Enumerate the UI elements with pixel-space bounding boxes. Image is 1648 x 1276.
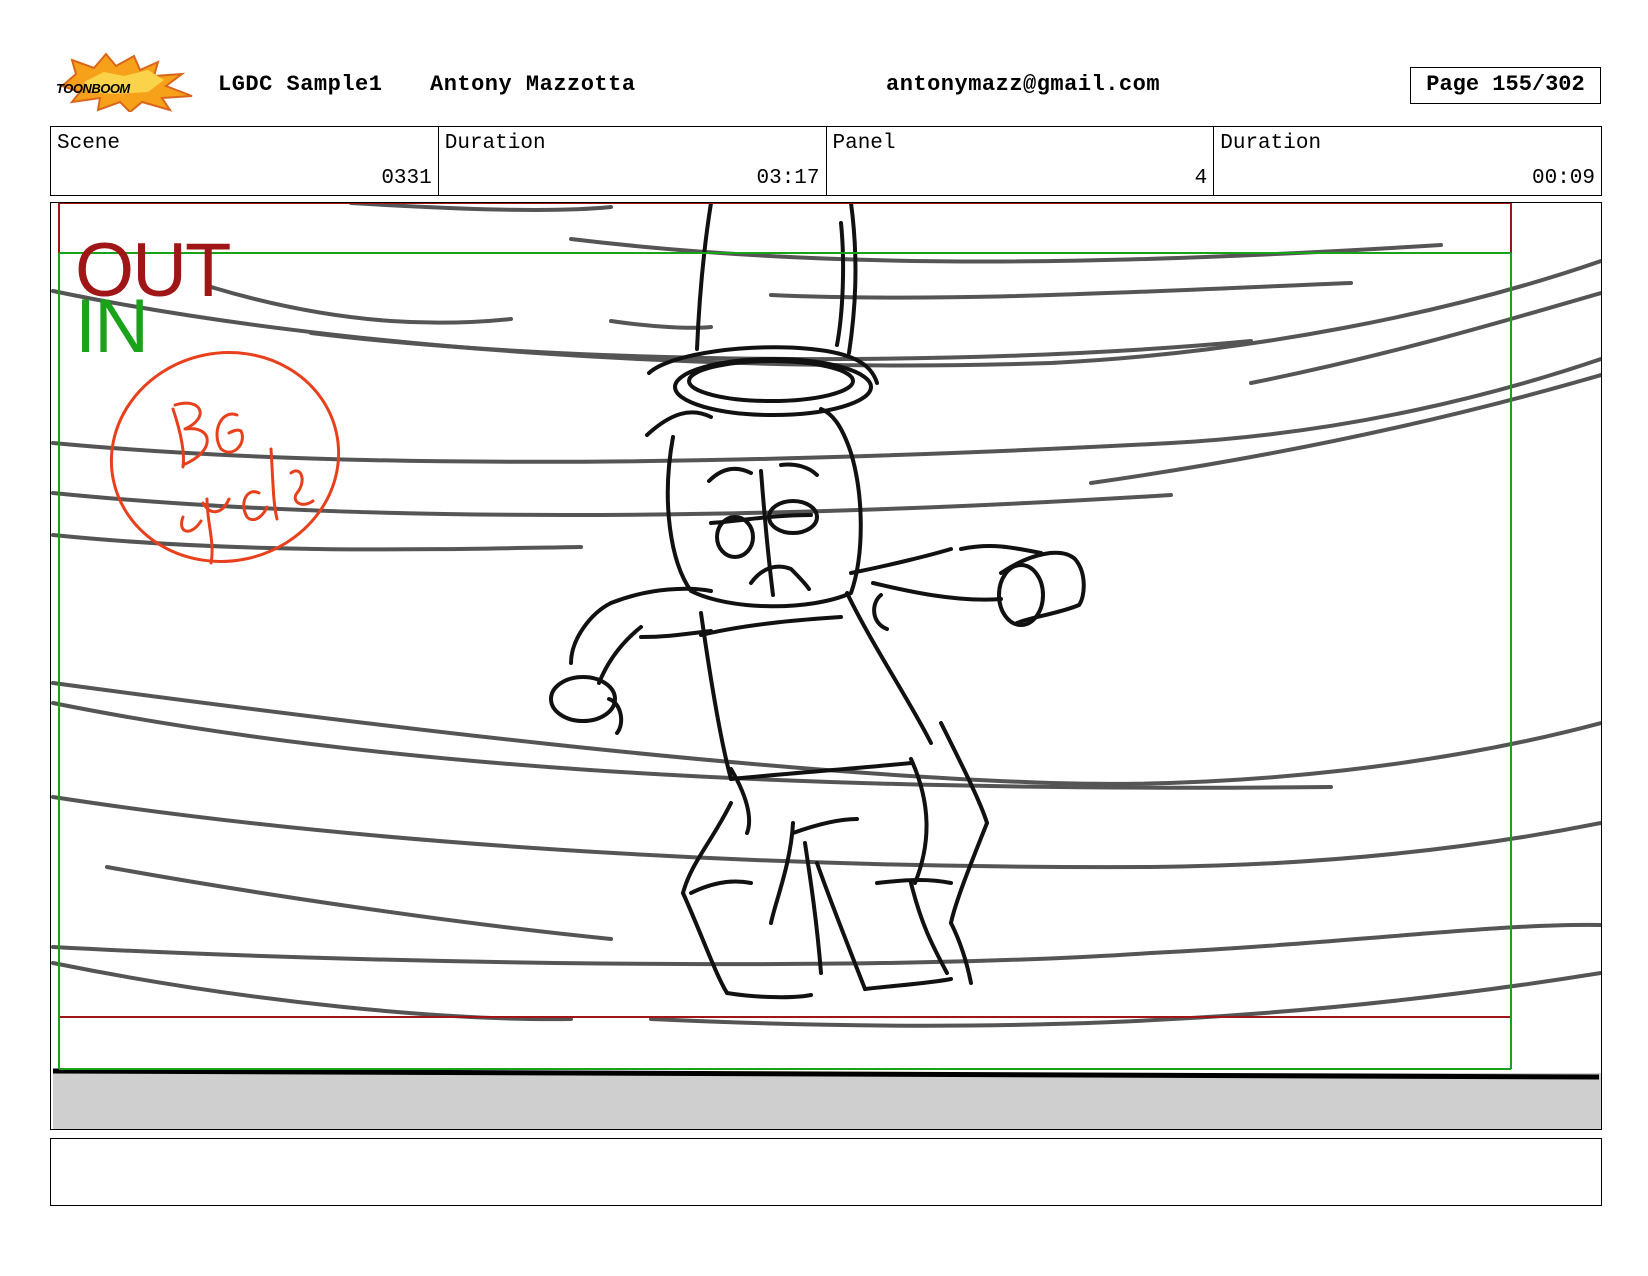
scene-cell: Scene 0331 — [51, 127, 439, 195]
panel-cell: Panel 4 — [827, 127, 1215, 195]
author-name: Antony Mazzotta — [430, 72, 636, 97]
panel-sketch — [51, 203, 1601, 1129]
page-number: Page 155/302 — [1410, 67, 1601, 104]
author-email: antonymazz@gmail.com — [886, 72, 1161, 97]
toonboom-logo: TOONBOOM — [54, 52, 196, 114]
character-head-sketch — [645, 407, 863, 609]
scene-duration-label: Duration — [444, 132, 546, 155]
scene-value: 0331 — [381, 167, 432, 190]
logo-wordmark: TOONBOOM — [56, 81, 130, 96]
top-hat-sketch — [647, 203, 879, 417]
in-frame-label: IN — [75, 284, 149, 369]
panel-label: Panel — [832, 132, 896, 155]
motion-lines — [51, 203, 1601, 1028]
caption-box — [50, 1138, 1602, 1206]
scene-label: Scene — [57, 132, 121, 155]
storyboard-panel: OUT IN — [50, 202, 1602, 1130]
scene-info-table: Scene 0331 Duration 03:17 Panel 4 Durati… — [50, 126, 1602, 196]
panel-duration-label: Duration — [1220, 132, 1322, 155]
panel-value: 4 — [1194, 167, 1208, 190]
panel-duration-value: 00:09 — [1531, 167, 1595, 190]
scene-duration-cell: Duration 03:17 — [439, 127, 827, 195]
scene-duration-value: 03:17 — [756, 167, 820, 190]
project-title: LGDC Sample1 — [218, 72, 383, 97]
panel-duration-cell: Duration 00:09 — [1214, 127, 1601, 195]
